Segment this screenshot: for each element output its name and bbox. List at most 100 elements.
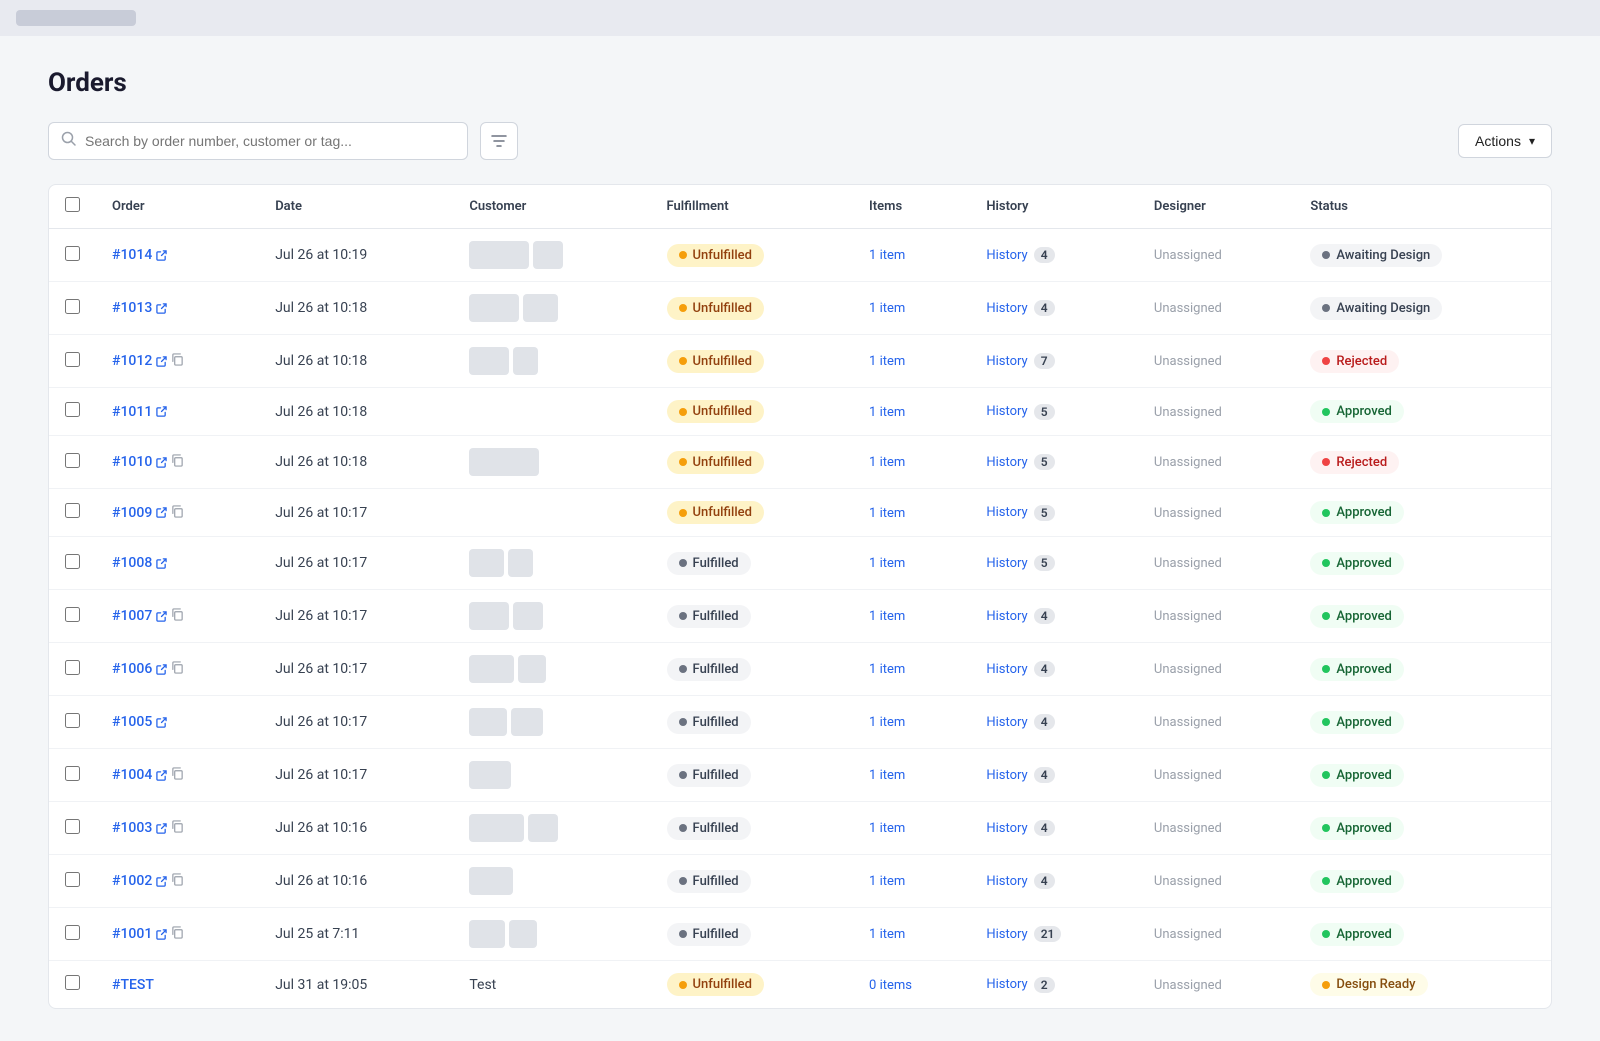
order-link[interactable]: #1001 [112, 926, 167, 942]
customer-image-placeholder [508, 549, 533, 577]
row-checkbox[interactable] [65, 975, 80, 990]
row-checkbox[interactable] [65, 352, 80, 367]
row-checkbox[interactable] [65, 925, 80, 940]
order-link[interactable]: #TEST [112, 977, 154, 993]
items-link[interactable]: 1 item [869, 506, 905, 521]
designer-value: Unassigned [1154, 248, 1222, 263]
external-link-icon [156, 929, 167, 940]
history-link[interactable]: History [986, 821, 1027, 836]
row-checkbox-cell [49, 643, 96, 696]
row-checkbox[interactable] [65, 554, 80, 569]
copy-icon[interactable] [171, 926, 184, 942]
order-link[interactable]: #1014 [112, 247, 167, 263]
items-link[interactable]: 1 item [869, 874, 905, 889]
history-link[interactable]: History [986, 715, 1027, 730]
history-link[interactable]: History [986, 977, 1027, 992]
fulfillment-badge: Fulfilled [667, 605, 751, 628]
table-row: #1011 Jul 26 at 10:18 Unfulfilled 1 item… [49, 388, 1551, 436]
row-customer-cell [453, 537, 650, 590]
designer-value: Unassigned [1154, 354, 1222, 369]
row-order-cell: #1013 [96, 282, 259, 335]
items-link[interactable]: 1 item [869, 354, 905, 369]
order-link[interactable]: #1008 [112, 555, 167, 571]
order-link[interactable]: #1011 [112, 404, 167, 420]
history-link[interactable]: History [986, 556, 1027, 571]
select-all-checkbox[interactable] [65, 197, 80, 212]
external-link-icon [156, 611, 167, 622]
row-checkbox[interactable] [65, 872, 80, 887]
items-link[interactable]: 0 items [869, 978, 912, 993]
customer-image-placeholder [523, 294, 558, 322]
items-link[interactable]: 1 item [869, 455, 905, 470]
row-checkbox[interactable] [65, 766, 80, 781]
status-dot [1322, 824, 1330, 832]
history-link[interactable]: History [986, 768, 1027, 783]
order-link[interactable]: #1003 [112, 820, 167, 836]
history-count-badge: 5 [1034, 404, 1055, 420]
row-checkbox-cell [49, 908, 96, 961]
copy-icon[interactable] [171, 608, 184, 624]
history-link[interactable]: History [986, 301, 1027, 316]
order-link[interactable]: #1009 [112, 505, 167, 521]
row-checkbox[interactable] [65, 453, 80, 468]
row-items-cell: 1 item [853, 537, 970, 590]
customer-placeholder [469, 920, 634, 948]
order-link[interactable]: #1007 [112, 608, 167, 624]
history-link[interactable]: History [986, 354, 1027, 369]
history-link[interactable]: History [986, 874, 1027, 889]
copy-icon[interactable] [171, 767, 184, 783]
table-row: #1007 Jul 26 at 10:17 Fulfilled 1 item H… [49, 590, 1551, 643]
history-link[interactable]: History [986, 248, 1027, 263]
order-link[interactable]: #1005 [112, 714, 167, 730]
customer-placeholder [469, 655, 634, 683]
order-link[interactable]: #1004 [112, 767, 167, 783]
order-link[interactable]: #1010 [112, 454, 167, 470]
history-link[interactable]: History [986, 609, 1027, 624]
actions-button[interactable]: Actions ▾ [1458, 124, 1552, 158]
history-link[interactable]: History [986, 455, 1027, 470]
row-checkbox[interactable] [65, 819, 80, 834]
items-link[interactable]: 1 item [869, 821, 905, 836]
row-checkbox[interactable] [65, 713, 80, 728]
customer-image-placeholder [469, 814, 524, 842]
search-icon [61, 131, 77, 151]
items-link[interactable]: 1 item [869, 248, 905, 263]
customer-image-placeholder [511, 708, 543, 736]
row-checkbox[interactable] [65, 299, 80, 314]
row-checkbox[interactable] [65, 246, 80, 261]
row-date-cell: Jul 26 at 10:17 [259, 489, 453, 537]
copy-icon[interactable] [171, 353, 184, 369]
row-checkbox[interactable] [65, 607, 80, 622]
items-link[interactable]: 1 item [869, 609, 905, 624]
copy-icon[interactable] [171, 820, 184, 836]
history-link[interactable]: History [986, 662, 1027, 677]
copy-icon[interactable] [171, 454, 184, 470]
order-link[interactable]: #1013 [112, 300, 167, 316]
customer-image-placeholder [469, 920, 505, 948]
items-link[interactable]: 1 item [869, 556, 905, 571]
fulfillment-badge: Fulfilled [667, 817, 751, 840]
items-link[interactable]: 1 item [869, 715, 905, 730]
row-checkbox[interactable] [65, 503, 80, 518]
history-link[interactable]: History [986, 404, 1027, 419]
fulfillment-badge: Unfulfilled [667, 244, 764, 267]
order-link[interactable]: #1012 [112, 353, 167, 369]
items-link[interactable]: 1 item [869, 927, 905, 942]
order-link[interactable]: #1006 [112, 661, 167, 677]
history-link[interactable]: History [986, 927, 1027, 942]
order-link[interactable]: #1002 [112, 873, 167, 889]
items-link[interactable]: 1 item [869, 405, 905, 420]
copy-icon[interactable] [171, 505, 184, 521]
search-input[interactable] [85, 133, 455, 149]
filter-button[interactable] [480, 122, 518, 160]
row-checkbox[interactable] [65, 402, 80, 417]
history-link[interactable]: History [986, 505, 1027, 520]
row-customer-cell [453, 335, 650, 388]
items-link[interactable]: 1 item [869, 662, 905, 677]
items-link[interactable]: 1 item [869, 301, 905, 316]
items-link[interactable]: 1 item [869, 768, 905, 783]
row-checkbox[interactable] [65, 660, 80, 675]
copy-icon[interactable] [171, 661, 184, 677]
copy-icon[interactable] [171, 873, 184, 889]
row-history-cell: History 4 [970, 590, 1138, 643]
